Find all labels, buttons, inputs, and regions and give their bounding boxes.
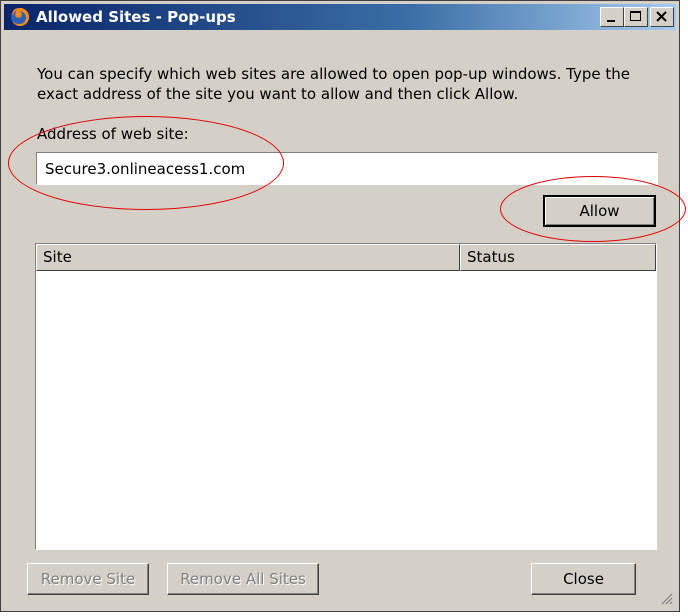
title-bar[interactable]: Allowed Sites - Pop-ups [4, 4, 676, 30]
list-header: Site Status [36, 244, 656, 271]
remove-site-button[interactable]: Remove Site [27, 563, 149, 595]
resize-grip-icon[interactable] [659, 591, 673, 605]
maximize-icon[interactable] [624, 7, 648, 27]
firefox-icon [11, 7, 30, 26]
annotation-circle-allow [500, 176, 686, 242]
column-header-status[interactable]: Status [460, 244, 656, 271]
allowed-sites-dialog: Allowed Sites - Pop-ups You can specify … [0, 0, 680, 612]
minimize-icon[interactable] [600, 7, 624, 27]
description-text: You can specify which web sites are allo… [37, 65, 630, 103]
window-title: Allowed Sites - Pop-ups [36, 8, 236, 26]
remove-all-sites-button[interactable]: Remove All Sites [167, 563, 319, 595]
window-controls [600, 7, 674, 27]
close-button[interactable]: Close [531, 563, 636, 595]
column-header-site[interactable]: Site [36, 244, 460, 271]
sites-list[interactable]: Site Status [35, 243, 657, 550]
close-icon[interactable] [650, 7, 674, 27]
annotation-circle-address [8, 116, 284, 210]
